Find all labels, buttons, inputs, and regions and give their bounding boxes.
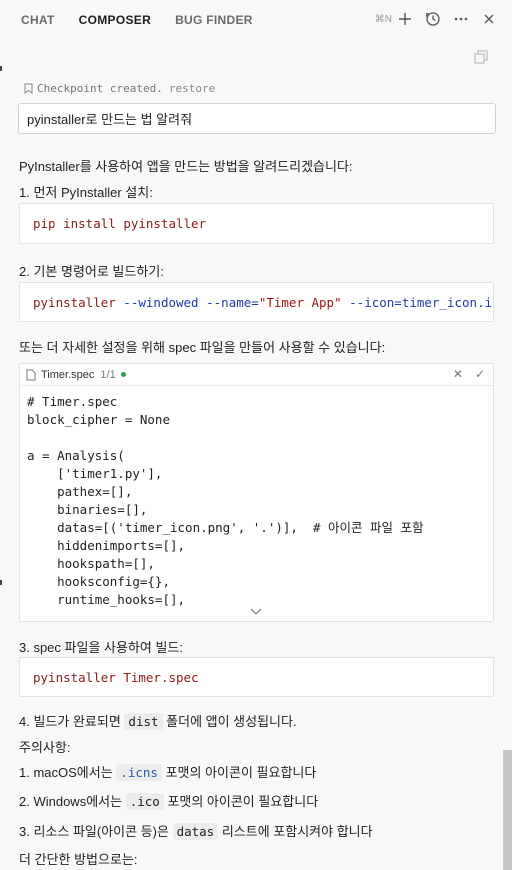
gutter-marker [0,66,2,71]
code-block-install[interactable]: pip install pyinstaller [19,203,494,244]
tab-chat[interactable]: CHAT [21,13,55,27]
code-block-spec-build[interactable]: pyinstaller Timer.spec [19,657,494,697]
spec-intro-text: 또는 더 자세한 설정을 위해 spec 파일을 만들어 사용할 수 있습니다: [19,340,386,355]
chevron-down-icon[interactable] [250,604,262,619]
inline-code-icns: .icns [116,764,162,781]
status-dot [120,372,126,377]
spec-file-editor[interactable]: Timer.spec 1/1 ✕ ✓ # Timer.spec block_ci… [19,363,494,622]
editor-header: Timer.spec 1/1 [20,364,493,386]
inline-code-dist: dist [124,713,163,730]
code-flag-windowed: --windowed [123,294,199,310]
inline-code-ico: .ico [125,793,164,810]
note-3: 3. 리소스 파일(아이콘 등)은 datas 리스트에 포함시켜야 합니다 [19,823,373,840]
code-block-build[interactable]: pyinstaller --windowed --name= "Timer App… [19,282,494,322]
bookmark-icon [24,83,33,94]
file-icon [26,369,36,380]
reject-icon[interactable]: ✕ [453,367,463,381]
code-args: install pyinstaller [63,216,207,231]
notes-title: 주의사항: [19,740,71,755]
code-command: pip [33,216,56,231]
checkpoint-notice: Checkpoint created. restore [24,82,215,95]
scrollbar-thumb[interactable] [503,750,512,870]
copy-icon[interactable] [474,50,488,67]
editor-actions: ✕ ✓ [453,367,485,381]
code-flag-name: --name= [206,294,259,310]
step-2-text: 2. 기본 명령어로 빌드하기: [19,264,164,279]
code-flag-icon: --icon=timer_icon.ic [349,294,494,310]
editor-filename: Timer.spec [41,368,95,381]
history-icon[interactable] [424,10,442,28]
inline-code-datas: datas [172,823,219,840]
note-2: 2. Windows에서는 .ico 포맷의 아이콘이 필요합니다 [19,793,319,810]
editor-change-count: 1/1 [100,368,116,381]
checkpoint-text: Checkpoint created. [37,82,163,95]
tab-bug-finder[interactable]: BUG FINDER [175,13,253,27]
step-4-text: 4. 빌드가 완료되면 dist 폴더에 앱이 생성됩니다. [19,713,297,730]
code-command: pyinstaller [33,294,116,310]
restore-link[interactable]: restore [169,82,215,95]
plus-icon[interactable] [396,10,414,28]
more-icon[interactable] [452,10,470,28]
editor-code[interactable]: # Timer.spec block_cipher = None a = Ana… [20,386,493,609]
new-shortcut-label: ⌘N [374,13,392,25]
step-1-text: 1. 먼저 PyInstaller 설치: [19,185,153,200]
tab-actions: ⌘N [375,10,498,28]
tab-bar: CHAT COMPOSER BUG FINDER ⌘N [0,0,512,40]
code-command: pyinstaller [33,669,116,685]
gutter-marker [0,580,2,585]
code-name-value: "Timer App" [258,294,342,310]
accept-icon[interactable]: ✓ [475,367,485,381]
tab-composer[interactable]: COMPOSER [79,13,151,27]
step-3-text: 3. spec 파일을 사용하여 빌드: [19,640,184,655]
response-intro: PyInstaller를 사용하여 앱을 만드는 방법을 알려드리겠습니다: [19,159,353,174]
note-1: 1. macOS에서는 .icns 포맷의 아이콘이 필요합니다 [19,764,317,781]
closing-text: 더 간단한 방법으로는: [19,852,138,867]
user-query[interactable]: pyinstaller로 만드는 법 알려줘 [18,103,496,134]
close-icon[interactable] [480,10,498,28]
code-args: Timer.spec [123,669,199,685]
